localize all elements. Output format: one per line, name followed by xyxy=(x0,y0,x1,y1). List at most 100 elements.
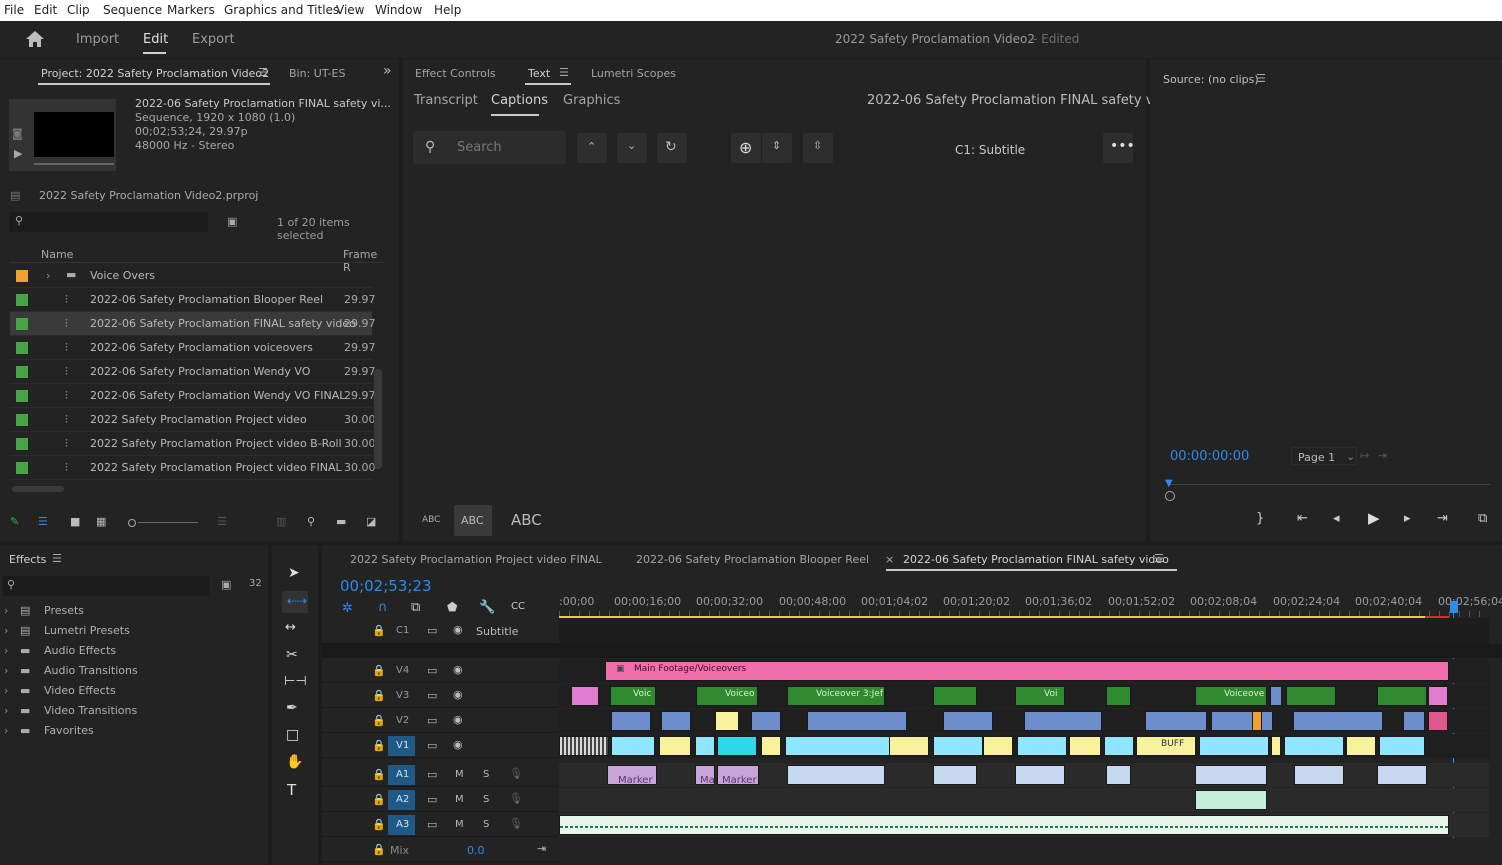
tab-transcript[interactable]: Transcript xyxy=(414,93,478,108)
tab-lumetri-scopes[interactable]: Lumetri Scopes xyxy=(591,67,676,80)
linked-selection-icon[interactable]: ⧉ xyxy=(411,600,420,615)
list-item[interactable]: ⫶ 2022-06 Safety Proclamation Wendy VO FI… xyxy=(10,384,376,408)
lock-icon[interactable]: 🔒 xyxy=(372,768,386,781)
clip[interactable] xyxy=(933,686,977,706)
horizontal-scrollbar[interactable] xyxy=(12,486,64,492)
panel-menu-icon[interactable]: ☰ xyxy=(258,66,268,79)
list-item[interactable]: ⫶ 2022-06 Safety Proclamation voiceovers 2… xyxy=(10,336,376,360)
clip-ma[interactable]: Ma xyxy=(695,765,715,786)
sort-icon[interactable]: ☰ xyxy=(217,515,227,528)
clip[interactable] xyxy=(933,736,983,756)
clip-marker[interactable]: Marker xyxy=(607,765,657,786)
solo-button[interactable]: S xyxy=(483,769,489,780)
lock-icon[interactable]: 🔒 xyxy=(372,714,386,727)
panel-menu-icon[interactable]: ☰ xyxy=(52,552,62,565)
list-item-folder[interactable]: › ▬ Voice Overs xyxy=(10,264,372,288)
solo-button[interactable]: S xyxy=(483,819,489,830)
clip[interactable] xyxy=(1428,711,1448,731)
menu-help[interactable]: Help xyxy=(434,3,461,17)
tab-sequence-blooper-reel[interactable]: 2022-06 Safety Proclamation Blooper Reel xyxy=(636,553,869,566)
menu-edit[interactable]: Edit xyxy=(34,3,57,17)
sync-lock-icon[interactable]: ▭ xyxy=(427,664,437,677)
col-name[interactable]: Name xyxy=(41,248,73,261)
track-lane-c1[interactable] xyxy=(559,618,1489,644)
sync-lock-icon[interactable]: ▭ xyxy=(427,768,437,781)
clip-voiceo[interactable]: Voiceo xyxy=(696,686,758,706)
source-time-ruler[interactable]: ▼ xyxy=(1165,478,1490,492)
lock-icon[interactable]: 🔒 xyxy=(372,818,386,831)
sync-lock-icon[interactable]: ▭ xyxy=(427,793,437,806)
clip[interactable] xyxy=(695,736,715,756)
clip[interactable] xyxy=(787,765,885,785)
clip-voi[interactable]: Voi xyxy=(1015,686,1065,706)
32bit-effects-icon[interactable]: 32 xyxy=(249,578,262,589)
accelerated-effects-icon[interactable]: ▣ xyxy=(221,578,231,591)
clip[interactable] xyxy=(1106,686,1131,706)
clip[interactable] xyxy=(1195,790,1267,810)
find-icon[interactable]: ⚲ xyxy=(307,515,315,528)
tab-effects[interactable]: Effects xyxy=(9,553,46,566)
time-ruler[interactable]: :00;00 00;00;16;00 00;00;32;00 00;00;48;… xyxy=(559,573,1502,620)
step-back-icon[interactable]: ◂ xyxy=(1333,511,1340,526)
track-select-tool-button[interactable]: ⇠⇢ xyxy=(282,591,308,613)
clip[interactable] xyxy=(611,711,651,731)
clip[interactable] xyxy=(1017,736,1067,756)
track-lane-a3[interactable] xyxy=(559,813,1489,837)
add-marker-icon[interactable]: ⬟ xyxy=(447,600,457,614)
ripple-edit-tool-icon[interactable]: ↔ xyxy=(285,620,296,635)
clip[interactable] xyxy=(571,686,599,706)
clip[interactable] xyxy=(1252,711,1262,731)
clip[interactable] xyxy=(1270,686,1282,706)
effects-folder-audio-transitions[interactable]: › ▬ Audio Transitions xyxy=(4,664,138,684)
lock-icon[interactable]: 🔒 xyxy=(372,843,386,856)
source-patch-a2[interactable]: A2 xyxy=(388,790,415,810)
replace-button[interactable]: ↻ xyxy=(657,133,687,163)
clip[interactable] xyxy=(785,736,905,756)
tab-project[interactable]: Project: 2022 Safety Proclamation Video2 xyxy=(41,67,269,80)
mix-volume-value[interactable]: 0.0 xyxy=(467,844,485,857)
eye-icon[interactable]: ◉ xyxy=(453,713,463,726)
pen-tool-icon[interactable]: ✒ xyxy=(286,700,298,716)
page-select[interactable]: Page 1 ⌄ xyxy=(1291,447,1357,465)
tab-bin[interactable]: Bin: UT-ES xyxy=(289,67,345,80)
rectangle-tool-icon[interactable]: □ xyxy=(286,727,299,743)
go-to-end-icon[interactable]: ⇥ xyxy=(537,842,546,855)
next-button[interactable]: ⌄ xyxy=(617,133,647,163)
menu-sequence[interactable]: Sequence xyxy=(103,3,162,17)
chevron-right-icon[interactable]: › xyxy=(46,269,50,282)
clip[interactable] xyxy=(661,711,691,731)
lock-icon[interactable]: 🔒 xyxy=(372,664,386,677)
selection-tool-icon[interactable]: ➤ xyxy=(288,565,300,581)
clip[interactable] xyxy=(1284,736,1344,756)
track-lane-v2[interactable] xyxy=(559,709,1489,733)
razor-tool-icon[interactable]: ✂ xyxy=(286,647,298,663)
effects-folder-lumetri-presets[interactable]: › ▤ Lumetri Presets xyxy=(4,624,130,644)
eye-icon[interactable]: ◉ xyxy=(453,623,463,636)
new-bin-icon[interactable]: ▬ xyxy=(336,515,346,528)
clip[interactable] xyxy=(1379,736,1425,756)
menu-clip[interactable]: Clip xyxy=(67,3,90,17)
lock-icon[interactable]: 🔒 xyxy=(372,689,386,702)
mark-out-icon[interactable]: } xyxy=(1256,511,1264,526)
clip[interactable] xyxy=(807,711,907,731)
clip[interactable] xyxy=(1377,765,1427,785)
track-lane-v4[interactable]: ▣ Main Footage/Voiceovers xyxy=(559,659,1489,683)
insert-icon[interactable]: ⧉ xyxy=(1478,511,1487,526)
source-patch-v1[interactable]: V1 xyxy=(388,736,415,756)
workspace-edit[interactable]: Edit xyxy=(143,32,168,47)
clip[interactable] xyxy=(1286,686,1336,706)
vertical-scrollbar[interactable] xyxy=(374,369,382,469)
lock-icon[interactable]: 🔒 xyxy=(372,624,386,637)
clip[interactable] xyxy=(559,736,609,756)
clip[interactable] xyxy=(1069,736,1101,756)
menu-markers[interactable]: Markers xyxy=(167,3,215,17)
sync-lock-icon[interactable]: ▭ xyxy=(427,739,437,752)
clip[interactable] xyxy=(1293,711,1383,731)
list-view-icon[interactable]: ☰ xyxy=(38,515,48,528)
effects-folder-audio-effects[interactable]: › ▬ Audio Effects xyxy=(4,644,116,664)
tab-sequence-final-safety-video[interactable]: 2022-06 Safety Proclamation FINAL safety… xyxy=(903,553,1169,566)
track-lane-a1[interactable]: Marker Ma Marker xyxy=(559,763,1489,787)
previous-button[interactable]: ⌃ xyxy=(577,133,607,163)
type-tool-icon[interactable]: T xyxy=(287,781,296,799)
project-search-input[interactable]: ⚲ xyxy=(9,212,208,232)
